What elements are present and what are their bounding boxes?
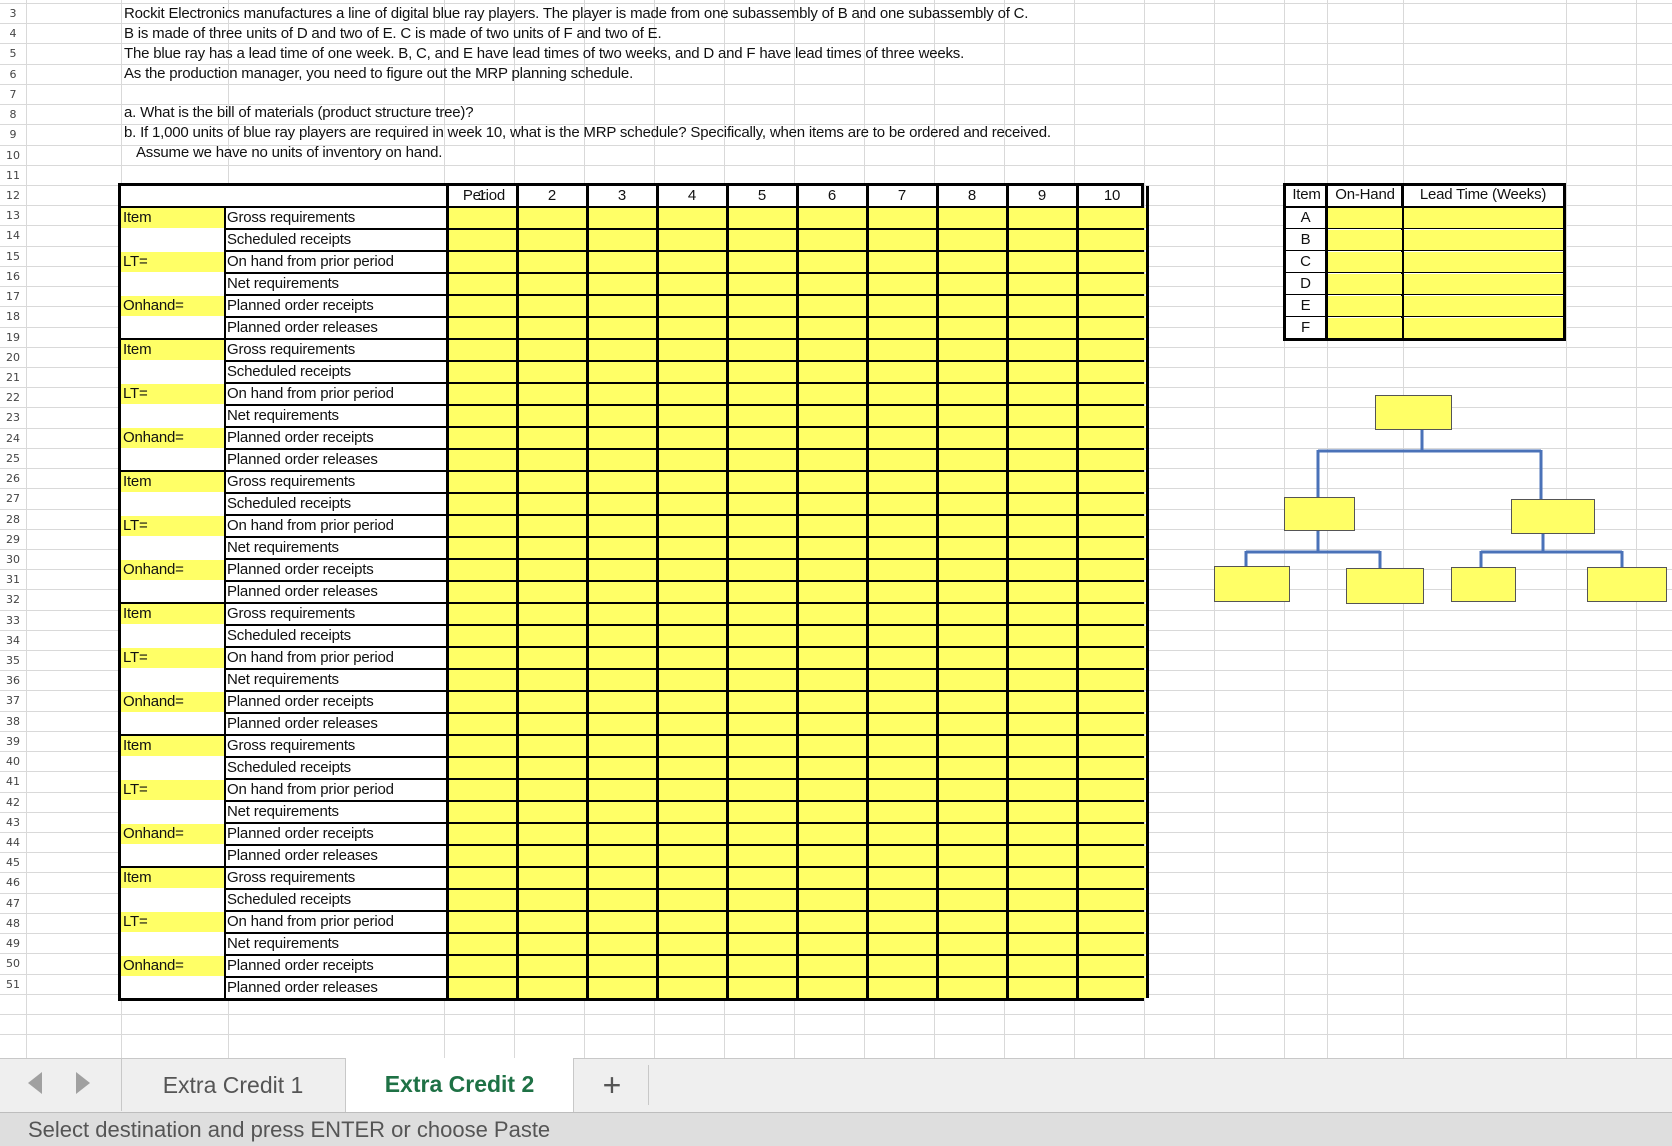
sheet-tab-bar: Extra Credit 1 Extra Credit 2 + <box>0 1058 1672 1113</box>
tab-divider <box>648 1065 649 1105</box>
scroll-right-icon[interactable] <box>76 1072 90 1094</box>
tree-node-right[interactable] <box>1511 499 1595 534</box>
tab-extra-credit-1[interactable]: Extra Credit 1 <box>122 1059 344 1111</box>
add-sheet-button[interactable]: + <box>590 1059 634 1111</box>
tab-extra-credit-2[interactable]: Extra Credit 2 <box>345 1058 574 1112</box>
status-bar: Select destination and press ENTER or ch… <box>0 1112 1672 1146</box>
scroll-left-icon[interactable] <box>28 1072 42 1094</box>
spreadsheet-grid[interactable]: 3 4 5 6 7 8 9 10 11 12 13 14 15 16 17 18 19 20 21 22 23 24 25 2… <box>0 0 1672 1058</box>
tree-node-bottom-2[interactable] <box>1346 568 1424 604</box>
tree-node-bottom-3[interactable] <box>1451 567 1516 602</box>
tree-node-bottom-1[interactable] <box>1214 566 1290 602</box>
tree-node-top[interactable] <box>1375 395 1452 430</box>
status-text: Select destination and press ENTER or ch… <box>28 1117 551 1142</box>
tree-connectors <box>1244 430 1624 569</box>
tree-node-bottom-4[interactable] <box>1587 567 1667 602</box>
tree-node-left[interactable] <box>1284 497 1355 531</box>
